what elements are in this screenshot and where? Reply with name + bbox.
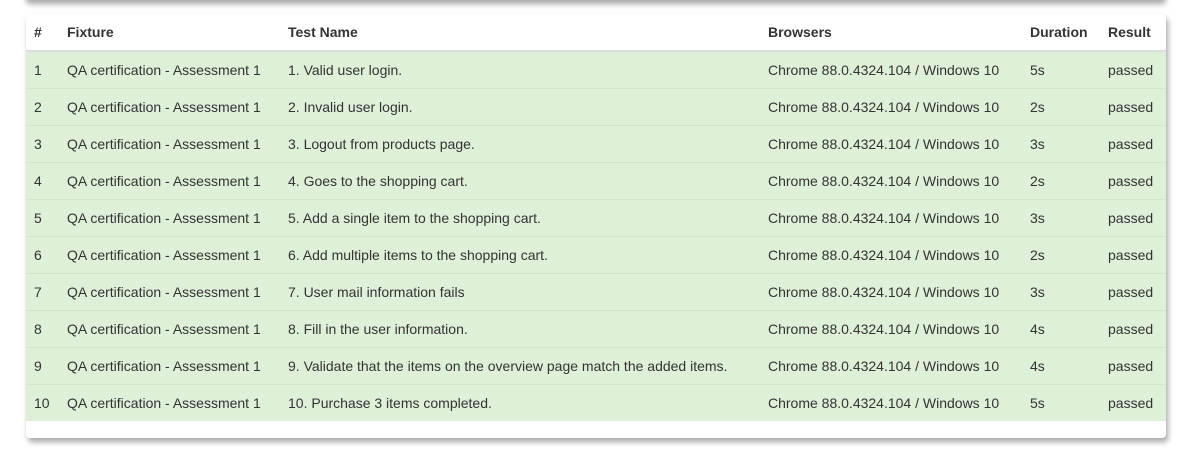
cell-result: passed xyxy=(1100,236,1166,274)
table-row[interactable]: 4 QA certification - Assessment 1 4. Goes … xyxy=(26,162,1166,200)
test-results-table: # Fixture Test Name Browsers Duration Re… xyxy=(26,14,1166,421)
cell-index: 4 xyxy=(26,162,59,200)
table-row[interactable]: 7 QA certification - Assessment 1 7. User … xyxy=(26,273,1166,311)
table-row[interactable]: 10 QA certification - Assessment 1 10. Pur… xyxy=(26,384,1166,421)
cell-index: 10 xyxy=(26,384,59,421)
header-row: # Fixture Test Name Browsers Duration Re… xyxy=(26,14,1166,52)
table-row[interactable]: 9 QA certification - Assessment 1 9. Valid… xyxy=(26,347,1166,385)
cell-browser: Chrome 88.0.4324.104 / Windows 10 xyxy=(760,88,1022,126)
table-row[interactable]: 1 QA certification - Assessment 1 1. Valid… xyxy=(26,51,1166,89)
cell-duration: 5s xyxy=(1022,384,1100,421)
cell-duration: 3s xyxy=(1022,125,1100,163)
cell-fixture: QA certification - Assessment 1 xyxy=(59,88,280,126)
cell-test-name: 5. Add a single item to the shopping car… xyxy=(280,199,760,237)
table-row[interactable]: 8 QA certification - Assessment 1 8. Fill … xyxy=(26,310,1166,348)
cell-test-name: 2. Invalid user login. xyxy=(280,88,760,126)
cell-fixture: QA certification - Assessment 1 xyxy=(59,347,280,385)
cell-browser: Chrome 88.0.4324.104 / Windows 10 xyxy=(760,162,1022,200)
cell-fixture: QA certification - Assessment 1 xyxy=(59,273,280,311)
table-row[interactable]: 5 QA certification - Assessment 1 5. Add a… xyxy=(26,199,1166,237)
cell-result: passed xyxy=(1108,62,1154,78)
cell-fixture: QA certification - Assessment 1 xyxy=(59,384,280,421)
table-body: 1 QA certification - Assessment 1 1. Valid… xyxy=(26,51,1166,421)
column-header-fixture[interactable]: Fixture xyxy=(59,14,280,52)
cell-duration: 4s xyxy=(1022,310,1100,348)
cell-test-name: 6. Add multiple items to the shopping ca… xyxy=(280,236,760,274)
cell-browser: Chrome 88.0.4324.104 / Windows 10 xyxy=(760,273,1022,311)
cell-browser: Chrome 88.0.4324.104 / Windows 10 xyxy=(760,347,1022,385)
column-header-index[interactable]: # xyxy=(26,14,59,52)
cell-fixture: QA certification - Assessment 1 xyxy=(59,310,280,348)
cell-browser: Chrome 88.0.4324.104 / Windows 10 xyxy=(760,199,1022,237)
cell-result: passed xyxy=(1100,199,1166,237)
cell-duration: 2s xyxy=(1022,88,1100,126)
column-header-browsers[interactable]: Browsers xyxy=(760,14,1022,52)
table-row[interactable]: 3 QA certification - Assessment 1 3. Logou… xyxy=(26,125,1166,163)
cell-fixture: QA certification - Assessment 1 xyxy=(59,125,280,163)
test-results-panel: # Fixture Test Name Browsers Duration Re… xyxy=(26,14,1166,438)
cell-duration: 3s xyxy=(1022,273,1100,311)
table-row[interactable]: 6 QA certification - Assessment 1 6. Add m… xyxy=(26,236,1166,274)
cell-test-name: 4. Goes to the shopping cart. xyxy=(280,162,760,200)
cell-result: passed xyxy=(1100,273,1166,311)
cell-index: 2 xyxy=(26,88,59,126)
cell-fixture: QA certification - Assessment 1 xyxy=(59,162,280,200)
cell-browser: Chrome 88.0.4324.104 / Windows 10 xyxy=(760,384,1022,421)
cell-index: 6 xyxy=(26,236,59,274)
cell-browser: Chrome 88.0.4324.104 / Windows 10 xyxy=(760,125,1022,163)
cell-duration: 2s xyxy=(1022,236,1100,274)
cell-result: passed xyxy=(1100,125,1166,163)
cell-index: 8 xyxy=(26,310,59,348)
cell-browser: Chrome 88.0.4324.104 / Windows 10 xyxy=(768,62,1000,78)
table-header: # Fixture Test Name Browsers Duration Re… xyxy=(26,14,1166,52)
cell-index: 9 xyxy=(26,347,59,385)
cell-test-name: 10. Purchase 3 items completed. xyxy=(280,384,760,421)
cell-test-name: 7. User mail information fails xyxy=(280,273,760,311)
cell-duration: 2s xyxy=(1022,162,1100,200)
cell-fixture: QA certification - Assessment 1 xyxy=(59,199,280,237)
table-row[interactable]: 2 QA certification - Assessment 1 2. Inval… xyxy=(26,88,1166,126)
cell-browser: Chrome 88.0.4324.104 / Windows 10 xyxy=(760,310,1022,348)
cell-test-name: 8. Fill in the user information. xyxy=(280,310,760,348)
cell-test-name: 1. Valid user login. xyxy=(288,62,403,78)
cell-result: passed xyxy=(1100,384,1166,421)
cell-index: 5 xyxy=(26,199,59,237)
column-header-duration[interactable]: Duration xyxy=(1022,14,1100,52)
cell-index: 7 xyxy=(26,273,59,311)
cell-test-name: 9. Validate that the items on the overvi… xyxy=(280,347,760,385)
cell-result: passed xyxy=(1100,310,1166,348)
cell-duration: 4s xyxy=(1022,347,1100,385)
cell-index: 3 xyxy=(26,125,59,163)
column-header-test-name[interactable]: Test Name xyxy=(280,14,760,52)
cell-result: passed xyxy=(1100,347,1166,385)
column-header-result[interactable]: Result xyxy=(1100,14,1166,52)
cell-test-name: 3. Logout from products page. xyxy=(280,125,760,163)
cell-result: passed xyxy=(1100,162,1166,200)
cell-duration: 5s xyxy=(1030,62,1045,78)
cell-browser: Chrome 88.0.4324.104 / Windows 10 xyxy=(760,236,1022,274)
cell-fixture: QA certification - Assessment 1 xyxy=(67,62,261,78)
cell-fixture: QA certification - Assessment 1 xyxy=(59,236,280,274)
cell-index: 1 xyxy=(34,62,42,78)
cell-duration: 3s xyxy=(1022,199,1100,237)
cell-result: passed xyxy=(1100,88,1166,126)
